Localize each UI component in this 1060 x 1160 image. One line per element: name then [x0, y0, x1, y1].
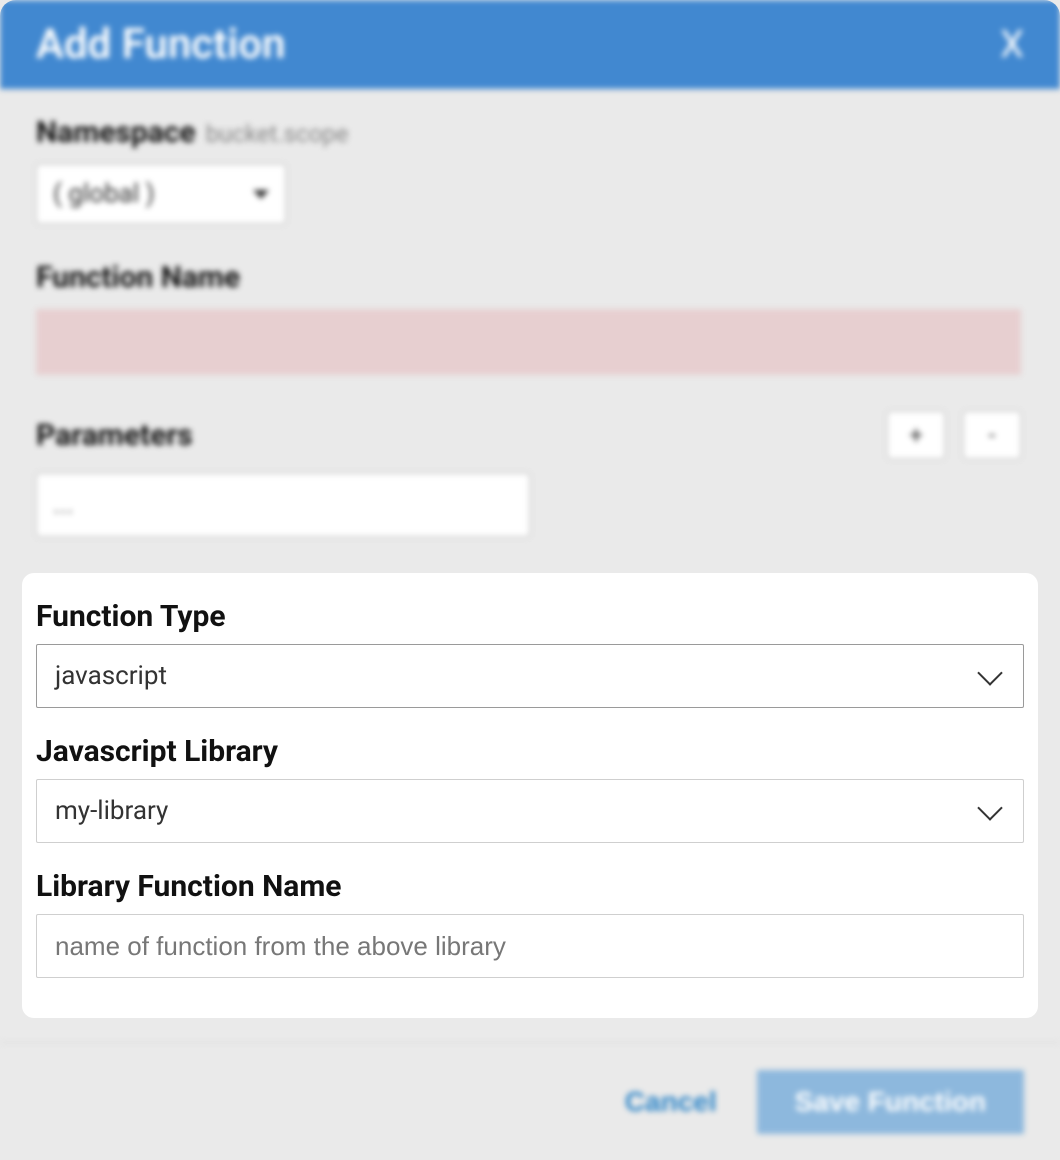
close-icon[interactable]: X: [1000, 23, 1024, 67]
function-type-row: Function Type javascript: [36, 599, 1024, 708]
js-library-value: my-library: [55, 796, 168, 826]
js-library-label: Javascript Library: [36, 734, 1024, 769]
function-name-label: Function Name: [36, 260, 240, 295]
modal-title: Add Function: [36, 20, 285, 69]
lib-fn-name-input[interactable]: [36, 914, 1024, 978]
namespace-select[interactable]: ( global ): [36, 164, 286, 224]
cancel-button[interactable]: Cancel: [625, 1086, 717, 1118]
lib-fn-name-row: Library Function Name: [36, 869, 1024, 978]
namespace-label: Namespace: [36, 115, 196, 150]
function-name-row: Function Name: [36, 260, 1024, 375]
modal-header: Add Function X: [0, 0, 1060, 89]
chevron-down-icon: [977, 660, 1002, 685]
parameter-input[interactable]: ...: [36, 473, 530, 537]
namespace-hint: bucket.scope: [206, 120, 349, 148]
function-type-label: Function Type: [36, 599, 1024, 634]
parameter-buttons: + -: [887, 411, 1021, 459]
parameter-placeholder: ...: [53, 490, 74, 520]
modal-footer: Cancel Save Function: [0, 1042, 1060, 1160]
function-type-select[interactable]: javascript: [36, 644, 1024, 708]
upper-section: Namespace bucket.scope ( global ) Functi…: [0, 89, 1060, 537]
function-type-value: javascript: [55, 661, 167, 691]
chevron-down-icon: [977, 795, 1002, 820]
function-name-input[interactable]: [36, 309, 1021, 375]
remove-parameter-button[interactable]: -: [963, 411, 1021, 459]
namespace-row: Namespace bucket.scope ( global ): [36, 115, 1024, 224]
caret-down-icon: [253, 190, 269, 199]
namespace-value: ( global ): [53, 179, 155, 209]
parameters-label: Parameters: [36, 418, 193, 453]
add-function-modal: Add Function X Namespace bucket.scope ( …: [0, 0, 1060, 1160]
save-function-button[interactable]: Save Function: [757, 1070, 1024, 1134]
modal-content: Namespace bucket.scope ( global ) Functi…: [0, 89, 1060, 1160]
add-parameter-button[interactable]: +: [887, 411, 945, 459]
js-library-row: Javascript Library my-library: [36, 734, 1024, 843]
lib-fn-name-label: Library Function Name: [36, 869, 1024, 904]
parameters-row: Parameters + - ...: [36, 411, 1024, 537]
function-type-panel: Function Type javascript Javascript Libr…: [22, 573, 1038, 1018]
js-library-select[interactable]: my-library: [36, 779, 1024, 843]
